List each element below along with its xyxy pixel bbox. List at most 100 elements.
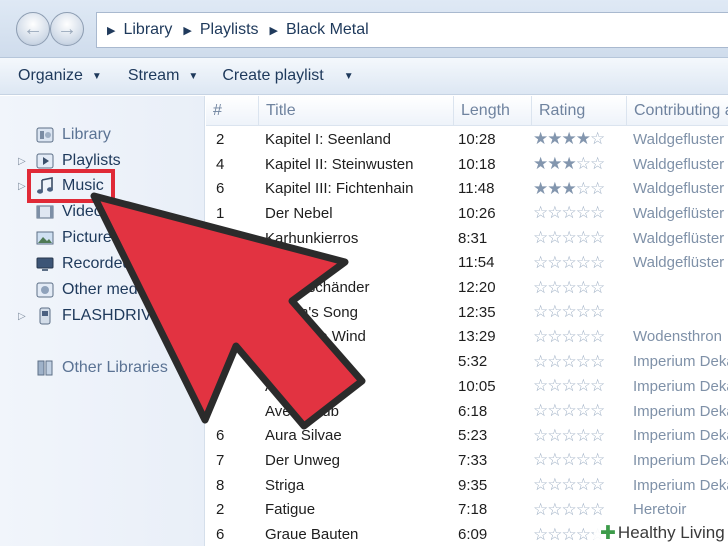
column-header-length[interactable]: Length <box>453 96 531 126</box>
table-row[interactable]: 8Striga9:35☆☆☆☆☆Imperium Dekadenz <box>206 473 728 498</box>
rating-star-icon[interactable]: ★ <box>533 179 548 199</box>
table-row[interactable]: 2 Fatigue 7:18 ☆ ☆ ☆ ☆ ☆ Heretoir <box>206 498 728 523</box>
nav-item-other-libraries[interactable]: Other Libraries <box>0 356 205 380</box>
rating-star-icon[interactable]: ☆ <box>533 426 548 446</box>
rating-star-icon[interactable]: ☆ <box>547 327 562 347</box>
track-rating[interactable]: ☆☆☆☆☆ <box>533 226 628 251</box>
rating-star-icon[interactable]: ☆ <box>547 450 562 470</box>
rating-star-icon[interactable]: ☆ <box>576 228 591 248</box>
rating-star-icon[interactable]: ☆ <box>590 475 605 495</box>
column-header-rating[interactable]: Rating <box>531 96 626 126</box>
rating-star-icon[interactable]: ☆ <box>562 203 577 223</box>
breadcrumb-library[interactable]: Library <box>123 21 172 39</box>
rating-star-icon[interactable]: ☆ <box>562 352 577 372</box>
table-row[interactable]: Ave Danub6:18☆☆☆☆☆Imperium Dekadenz <box>206 399 728 424</box>
rating-star-icon[interactable]: ☆ <box>562 253 577 273</box>
rating-star-icon[interactable]: ★ <box>562 154 577 174</box>
rating-star-icon[interactable]: ★ <box>576 129 591 149</box>
rating-star-icon[interactable]: ☆ <box>576 154 591 174</box>
table-row[interactable]: Håkan's Song 12:35 ☆ ☆ ☆ ☆ ☆ <box>206 300 728 325</box>
rating-star-icon[interactable]: ☆ <box>547 475 562 495</box>
rating-star-icon[interactable]: ☆ <box>576 426 591 446</box>
rating-star-icon[interactable]: ☆ <box>547 426 562 446</box>
rating-star-icon[interactable]: ☆ <box>533 253 548 273</box>
rating-star-icon[interactable]: ☆ <box>547 525 562 545</box>
rating-star-icon[interactable]: ☆ <box>590 500 605 520</box>
rating-star-icon[interactable]: ☆ <box>576 500 591 520</box>
chevron-right-icon[interactable]: ▶ <box>270 24 278 37</box>
expand-arrow-icon[interactable]: ▷ <box>18 181 26 192</box>
nav-item-other-media[interactable]: Other media <box>0 278 205 302</box>
track-rating[interactable]: ☆☆☆☆☆ <box>533 251 628 276</box>
rating-star-icon[interactable]: ☆ <box>562 401 577 421</box>
track-rating[interactable]: ☆☆☆☆☆ <box>533 498 628 523</box>
table-row[interactable]: Traumschänder 12:20 ☆ ☆ ☆ ☆ ☆ <box>206 275 728 300</box>
rating-star-icon[interactable]: ☆ <box>576 352 591 372</box>
rating-star-icon[interactable]: ☆ <box>533 327 548 347</box>
rating-star-icon[interactable]: ★ <box>547 154 562 174</box>
rating-star-icon[interactable]: ☆ <box>533 500 548 520</box>
rating-star-icon[interactable]: ☆ <box>533 302 548 322</box>
track-rating[interactable]: ☆☆☆☆☆ <box>533 448 628 473</box>
rating-star-icon[interactable]: ☆ <box>533 228 548 248</box>
breadcrumb-black-metal[interactable]: Black Metal <box>286 21 369 39</box>
rating-star-icon[interactable]: ☆ <box>576 475 591 495</box>
rating-star-icon[interactable]: ☆ <box>562 376 577 396</box>
forward-button[interactable]: → <box>50 12 84 46</box>
rating-star-icon[interactable]: ☆ <box>590 278 605 298</box>
track-rating[interactable]: ★ ★ ★ ☆ ☆ <box>533 152 628 177</box>
back-button[interactable]: ← <box>16 12 50 46</box>
track-rating[interactable]: ★ ★ ★ ☆ ☆ <box>533 176 628 201</box>
rating-star-icon[interactable]: ★ <box>533 129 548 149</box>
rating-star-icon[interactable]: ☆ <box>547 376 562 396</box>
table-row[interactable]: 7Der Unweg7:33☆☆☆☆☆Imperium Dekadenz <box>206 448 728 473</box>
rating-star-icon[interactable]: ☆ <box>576 253 591 273</box>
rating-star-icon[interactable]: ☆ <box>590 426 605 446</box>
organize-menu[interactable]: Organize ▼ <box>18 67 102 85</box>
rating-star-icon[interactable]: ☆ <box>533 401 548 421</box>
rating-star-icon[interactable]: ☆ <box>590 154 605 174</box>
rating-star-icon[interactable]: ☆ <box>576 450 591 470</box>
table-row[interactable]: 2 Kapitel I: Seenland 10:28 ★ ★ ★ ★ ☆ Waldgeflus… <box>206 127 728 152</box>
rating-star-icon[interactable]: ☆ <box>562 327 577 347</box>
column-header-number[interactable]: # <box>206 96 258 126</box>
table-row[interactable]: 5:32☆☆☆☆☆Imperium Dekadenz <box>206 349 728 374</box>
rating-star-icon[interactable]: ☆ <box>590 376 605 396</box>
rating-star-icon[interactable]: ☆ <box>590 129 605 149</box>
rating-star-icon[interactable]: ☆ <box>590 228 605 248</box>
rating-star-icon[interactable]: ☆ <box>590 203 605 223</box>
rating-star-icon[interactable]: ☆ <box>547 401 562 421</box>
breadcrumb[interactable]: ▶ Library ▶ Playlists ▶ Black Metal <box>96 12 728 48</box>
nav-item-videos[interactable]: Videos <box>0 200 205 224</box>
rating-star-icon[interactable]: ☆ <box>562 475 577 495</box>
track-rating[interactable]: ★ ★ ★ ★ ☆ <box>533 127 628 152</box>
expand-arrow-icon[interactable]: ▷ <box>18 156 26 167</box>
rating-star-icon[interactable]: ☆ <box>590 401 605 421</box>
table-row[interactable]: me of the Wind 13:29 ☆ ☆ ☆ ☆ ☆ Wodensthron <box>206 325 728 350</box>
table-row[interactable]: Karhunkierros 8:31 ☆ ☆ ☆ ☆ ☆ Waldgeflüster <box>206 226 728 251</box>
rating-star-icon[interactable]: ☆ <box>547 278 562 298</box>
rating-star-icon[interactable]: ☆ <box>576 302 591 322</box>
rating-star-icon[interactable]: ☆ <box>576 376 591 396</box>
track-rating[interactable]: ☆☆☆☆☆ <box>533 300 628 325</box>
rating-star-icon[interactable]: ☆ <box>590 302 605 322</box>
table-row[interactable]: 1 Der Nebel 10:26 ☆ ☆ ☆ ☆ ☆ Waldgeflüster <box>206 201 728 226</box>
rating-star-icon[interactable]: ☆ <box>576 401 591 421</box>
breadcrumb-playlists[interactable]: Playlists <box>200 21 259 39</box>
nav-item-library[interactable]: Library <box>0 123 205 147</box>
rating-star-icon[interactable]: ☆ <box>547 203 562 223</box>
nav-item-pictures[interactable]: Pictures <box>0 226 205 250</box>
create-playlist-menu[interactable]: Create playlist ▼ <box>222 67 353 85</box>
rating-star-icon[interactable]: ☆ <box>562 228 577 248</box>
rating-star-icon[interactable]: ★ <box>562 129 577 149</box>
rating-star-icon[interactable]: ☆ <box>547 228 562 248</box>
rating-star-icon[interactable]: ☆ <box>590 253 605 273</box>
nav-item-recorded-tv[interactable]: Recorded TV <box>0 252 205 276</box>
stream-menu[interactable]: Stream ▼ <box>128 67 198 85</box>
nav-item-flashdrive[interactable]: ▷ FLASHDRIVE <box>0 304 205 328</box>
rating-star-icon[interactable]: ☆ <box>576 278 591 298</box>
rating-star-icon[interactable]: ☆ <box>562 525 577 545</box>
rating-star-icon[interactable]: ☆ <box>576 179 591 199</box>
rating-star-icon[interactable]: ☆ <box>562 450 577 470</box>
track-rating[interactable]: ☆☆☆☆☆ <box>533 349 628 374</box>
